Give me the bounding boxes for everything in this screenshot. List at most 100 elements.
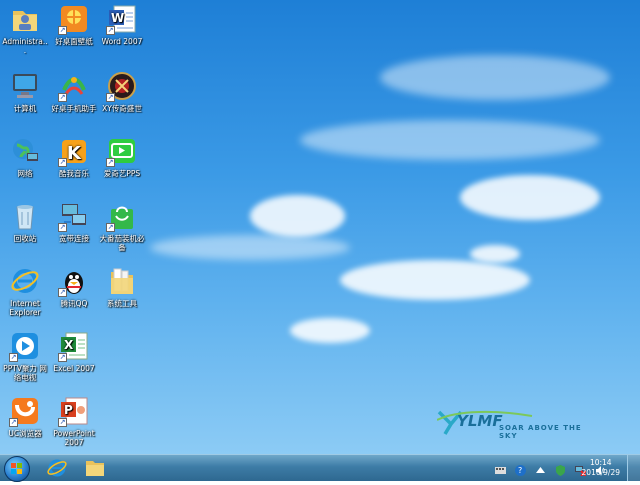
shortcut-arrow-icon: ↗ xyxy=(106,223,115,232)
pptv-icon: ↗ xyxy=(9,330,41,362)
folder-icon xyxy=(86,461,104,476)
cloud xyxy=(250,195,345,237)
uc-browser-icon: ↗ xyxy=(9,395,41,427)
internet-explorer-icon xyxy=(47,459,67,477)
desktop-icon-computer[interactable]: 计算机 xyxy=(2,70,48,113)
wallpaper-app-icon: ↗ xyxy=(58,3,90,35)
desktop-icon-uc-browser[interactable]: ↗ UC浏览器 xyxy=(2,395,48,438)
shortcut-arrow-icon: ↗ xyxy=(58,158,67,167)
desktop-icon-tomato-installer[interactable]: ↗ 大番茄装机必备 xyxy=(99,200,145,252)
desktop-icon-recycle-bin[interactable]: 回收站 xyxy=(2,200,48,243)
arrow-up-icon[interactable] xyxy=(535,465,546,476)
icon-label: 爱奇艺PPS xyxy=(103,169,141,178)
windows-logo-icon xyxy=(11,463,22,474)
desktop-icon-system-tools[interactable]: 系统工具 xyxy=(99,265,145,308)
icon-label: Administra... xyxy=(2,37,48,55)
cloud xyxy=(470,245,520,263)
shortcut-arrow-icon: ↗ xyxy=(9,353,18,362)
desktop-icon-pptv[interactable]: ↗ PPTV聚力 网络电视 xyxy=(2,330,48,382)
shortcut-arrow-icon: ↗ xyxy=(58,223,67,232)
icon-label: 大番茄装机必备 xyxy=(99,234,145,252)
icon-label: XY传奇盛世 xyxy=(102,104,142,113)
svg-text:X: X xyxy=(64,338,74,352)
keyboard-icon[interactable] xyxy=(494,465,506,476)
shopping-bag-icon: ↗ xyxy=(106,200,138,232)
desktop-icon-excel[interactable]: X ↗ Excel 2007 xyxy=(51,330,97,373)
clock-date: 2016/9/29 xyxy=(581,468,620,477)
icon-label: PPTV聚力 网络电视 xyxy=(3,364,47,382)
folder-icon xyxy=(106,265,138,297)
desktop-icon-phone-assistant[interactable]: ↗ 好桌手机助手 xyxy=(51,70,97,113)
icon-label: UC浏览器 xyxy=(8,429,42,438)
desktop-icon-xy-game[interactable]: ↗ XY传奇盛世 xyxy=(99,70,145,113)
game-icon: ↗ xyxy=(106,70,138,102)
taskbar: ? 10:14 2016/9/29 xyxy=(0,454,640,482)
icon-label: Excel 2007 xyxy=(53,364,95,373)
icon-label: 回收站 xyxy=(13,234,37,243)
clock-time: 10:14 xyxy=(589,458,612,467)
shortcut-arrow-icon: ↗ xyxy=(58,353,67,362)
icon-label: Word 2007 xyxy=(101,37,143,46)
shortcut-arrow-icon: ↗ xyxy=(58,288,67,297)
desktop-icon-powerpoint[interactable]: P ↗ PowerPoint 2007 xyxy=(51,395,97,447)
word-icon: W ↗ xyxy=(106,3,138,35)
cloud xyxy=(460,175,600,220)
video-player-icon: ↗ xyxy=(106,135,138,167)
broadband-connection-icon: ↗ xyxy=(58,200,90,232)
excel-icon: X ↗ xyxy=(58,330,90,362)
recycle-bin-icon xyxy=(9,200,41,232)
cloud xyxy=(290,318,370,343)
cloud-streak xyxy=(300,120,600,160)
internet-explorer-icon xyxy=(9,265,41,297)
taskbar-explorer-button[interactable] xyxy=(76,456,114,479)
desktop-icon-network[interactable]: 网络 xyxy=(2,135,48,178)
svg-text:K: K xyxy=(67,143,82,164)
desktop-icon-administrator[interactable]: Administra... xyxy=(2,3,48,55)
cloud xyxy=(340,260,530,300)
shortcut-arrow-icon: ↗ xyxy=(106,158,115,167)
icon-label: 好桌手机助手 xyxy=(51,104,97,113)
phone-assistant-icon: ↗ xyxy=(58,70,90,102)
computer-icon xyxy=(9,70,41,102)
start-button[interactable] xyxy=(4,456,30,482)
qq-penguin-icon: ↗ xyxy=(58,265,90,297)
music-icon: K ↗ xyxy=(58,135,90,167)
desktop-icon-wallpaper[interactable]: ↗ 好桌面壁纸 xyxy=(51,3,97,46)
desktop-icon-iqiyi[interactable]: ↗ 爱奇艺PPS xyxy=(99,135,145,178)
cloud-streak xyxy=(380,55,610,100)
shortcut-arrow-icon: ↗ xyxy=(106,26,115,35)
desktop-icon-word[interactable]: W ↗ Word 2007 xyxy=(99,3,145,46)
icon-label: 计算机 xyxy=(13,104,37,113)
taskbar-ie-button[interactable] xyxy=(38,456,76,479)
network-globe-icon xyxy=(9,135,41,167)
show-desktop-button[interactable] xyxy=(627,455,640,481)
shortcut-arrow-icon: ↗ xyxy=(58,93,67,102)
desktop-icon-internet-explorer[interactable]: Internet Explorer xyxy=(2,265,48,317)
shortcut-arrow-icon: ↗ xyxy=(9,418,18,427)
logo-brand: YLMF xyxy=(457,412,503,430)
icon-label: PowerPoint 2007 xyxy=(53,429,95,447)
icon-label: 酷我音乐 xyxy=(59,169,89,178)
icon-label: 宽带连接 xyxy=(59,234,89,243)
clock[interactable]: 10:14 2016/9/29 xyxy=(582,458,620,478)
icon-label: 系统工具 xyxy=(107,299,137,308)
desktop-icon-broadband[interactable]: ↗ 宽带连接 xyxy=(51,200,97,243)
security-shield-icon[interactable] xyxy=(555,465,566,476)
desktop-icon-kuwo-music[interactable]: K ↗ 酷我音乐 xyxy=(51,135,97,178)
desktop-icon-qq[interactable]: ↗ 腾讯QQ xyxy=(51,265,97,308)
help-icon[interactable]: ? xyxy=(514,465,526,476)
shortcut-arrow-icon: ↗ xyxy=(106,93,115,102)
icon-label: 网络 xyxy=(17,169,33,178)
wallpaper-logo: YLMF SOAR ABOVE THE SKY xyxy=(436,406,597,440)
shortcut-arrow-icon: ↗ xyxy=(58,418,67,427)
desktop[interactable]: Administra... ↗ 好桌面壁纸 W ↗ Word 2007 计算机 … xyxy=(0,0,640,454)
user-folder-icon xyxy=(9,3,41,35)
shortcut-arrow-icon: ↗ xyxy=(58,26,67,35)
cloud-streak xyxy=(150,235,350,260)
icon-label: 腾讯QQ xyxy=(60,299,88,308)
powerpoint-icon: P ↗ xyxy=(58,395,90,427)
icon-label: Internet Explorer xyxy=(9,299,41,317)
svg-text:W: W xyxy=(111,11,124,25)
logo-tagline: SOAR ABOVE THE SKY xyxy=(499,424,582,440)
svg-text:P: P xyxy=(64,403,73,417)
